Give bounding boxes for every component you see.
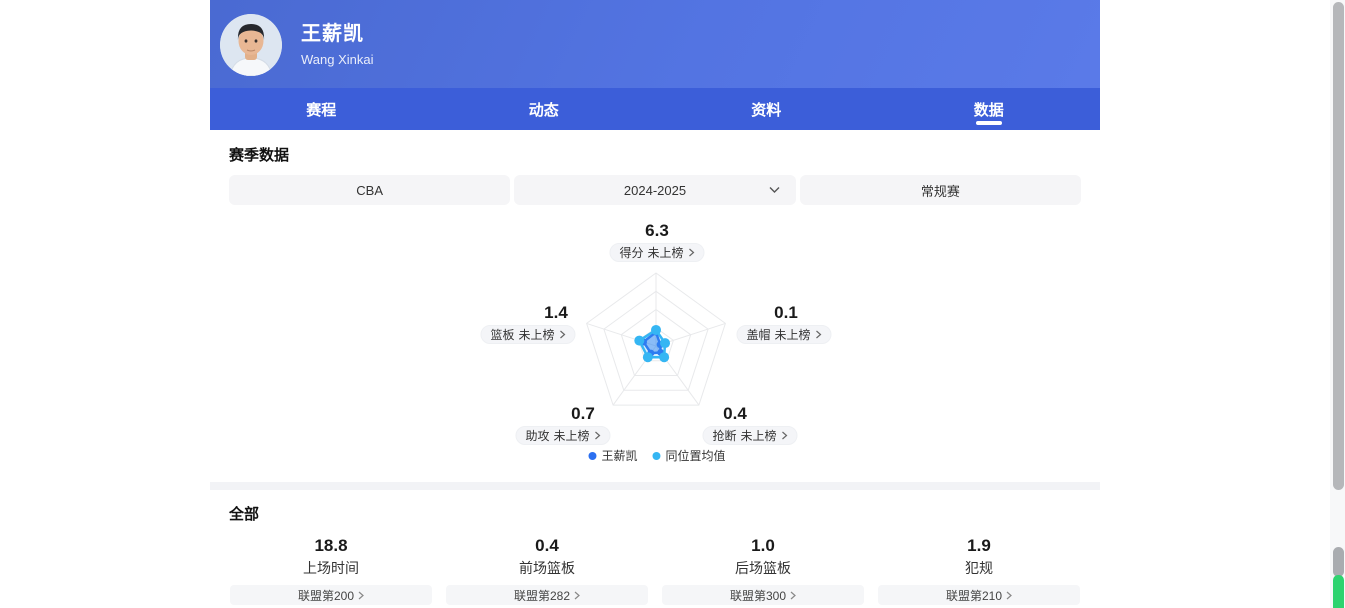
chevron-right-icon: [358, 591, 364, 600]
assists-value: 0.7: [571, 404, 595, 424]
avatar: [220, 14, 282, 76]
filter-league-label: CBA: [356, 183, 383, 198]
stat-fouls: 1.9 犯规 联盟第210: [878, 536, 1080, 605]
points-rank-link[interactable]: 得分 未上榜: [609, 243, 704, 262]
scrollbar-thumb[interactable]: [1333, 2, 1344, 490]
legend-item-average[interactable]: 同位置均值: [653, 447, 726, 464]
filter-stage-label: 常规赛: [921, 181, 960, 200]
legend-label-average: 同位置均值: [666, 447, 726, 464]
blocks-rank: 未上榜: [775, 326, 811, 343]
stat-offensive-rebounds-label: 前场篮板: [519, 559, 575, 577]
stat-minutes-label: 上场时间: [303, 559, 359, 577]
chevron-right-icon: [574, 591, 580, 600]
player-name-en: Wang Xinkai: [301, 52, 374, 67]
season-data-section: 赛季数据 CBA 2024-2025 常规赛: [210, 146, 1100, 205]
scrollbar-thumb-green[interactable]: [1333, 575, 1344, 608]
section-divider: [210, 482, 1100, 490]
tab-schedule[interactable]: 赛程: [210, 88, 433, 130]
stat-defensive-rebounds: 1.0 后场篮板 联盟第300: [662, 536, 864, 605]
chevron-right-icon: [595, 431, 601, 440]
stat-defensive-rebounds-rank-link[interactable]: 联盟第300: [662, 585, 864, 605]
rebounds-value: 1.4: [544, 303, 568, 323]
active-tab-underline: [976, 121, 1002, 125]
avatar-portrait-icon: [220, 14, 282, 76]
radar-chart: 6.3 得分 未上榜 0.1 盖帽 未上榜 0.4: [210, 217, 1100, 469]
stat-offensive-rebounds-rank-link[interactable]: 联盟第282: [446, 585, 648, 605]
steals-rank: 未上榜: [741, 427, 777, 444]
assists-rank: 未上榜: [554, 427, 590, 444]
all-stats-section: 全部 18.8 上场时间 联盟第200 0.4 前场篮板 联盟第282: [210, 505, 1100, 605]
legend-dot-player: [588, 452, 596, 460]
radar-axis-blocks: 0.1 盖帽 未上榜: [736, 303, 831, 344]
rebounds-label: 篮板: [490, 326, 514, 343]
season-section-title: 赛季数据: [229, 146, 1081, 166]
tab-data-label: 数据: [974, 99, 1004, 120]
chevron-right-icon: [790, 591, 796, 600]
chevron-right-icon: [1006, 591, 1012, 600]
season-filters: CBA 2024-2025 常规赛: [229, 175, 1081, 205]
tab-bar: 赛程 动态 资料 数据: [210, 88, 1100, 130]
blocks-label: 盖帽: [746, 326, 770, 343]
player-header: 王薪凯 Wang Xinkai: [210, 0, 1100, 88]
chevron-right-icon: [782, 431, 788, 440]
filter-season-label: 2024-2025: [624, 183, 686, 198]
tab-profile[interactable]: 资料: [655, 88, 878, 130]
scrollbar-thumb-secondary[interactable]: [1333, 547, 1344, 577]
stat-defensive-rebounds-label: 后场篮板: [735, 559, 791, 577]
stat-minutes-value: 18.8: [314, 536, 347, 556]
radar-axis-assists: 0.7 助攻 未上榜: [515, 404, 610, 445]
stat-fouls-value: 1.9: [967, 536, 991, 556]
stat-fouls-label: 犯规: [965, 559, 993, 577]
blocks-value: 0.1: [774, 303, 798, 323]
stat-minutes-rank: 联盟第200: [298, 587, 354, 604]
stat-offensive-rebounds: 0.4 前场篮板 联盟第282: [446, 536, 648, 605]
stat-minutes: 18.8 上场时间 联盟第200: [230, 536, 432, 605]
blocks-rank-link[interactable]: 盖帽 未上榜: [736, 325, 831, 344]
page: 王薪凯 Wang Xinkai 赛程 动态 资料 数据: [0, 0, 1345, 608]
steals-value: 0.4: [723, 404, 747, 424]
player-name: 王薪凯: [301, 22, 374, 46]
rebounds-rank-link[interactable]: 篮板 未上榜: [480, 325, 575, 344]
filter-season-dropdown[interactable]: 2024-2025: [514, 175, 795, 205]
points-value: 6.3: [645, 221, 669, 241]
rebounds-rank: 未上榜: [519, 326, 555, 343]
stat-defensive-rebounds-value: 1.0: [751, 536, 775, 556]
legend-item-player[interactable]: 王薪凯: [588, 447, 637, 464]
tab-profile-label: 资料: [751, 99, 781, 120]
stat-offensive-rebounds-value: 0.4: [535, 536, 559, 556]
chevron-down-icon: [769, 187, 780, 194]
chevron-right-icon: [816, 330, 822, 339]
stat-fouls-rank-link[interactable]: 联盟第210: [878, 585, 1080, 605]
scrollbar-track[interactable]: [1330, 0, 1345, 608]
tab-news-label: 动态: [529, 99, 559, 120]
assists-label: 助攻: [525, 427, 549, 444]
stat-minutes-rank-link[interactable]: 联盟第200: [230, 585, 432, 605]
filter-league[interactable]: CBA: [229, 175, 510, 205]
radar-axis-rebounds: 1.4 篮板 未上榜: [480, 303, 575, 344]
legend-label-player: 王薪凯: [601, 447, 637, 464]
chevron-right-icon: [560, 330, 566, 339]
points-label: 得分: [619, 244, 643, 261]
all-section-title: 全部: [229, 505, 1081, 525]
content-column: 王薪凯 Wang Xinkai 赛程 动态 资料 数据: [210, 0, 1100, 608]
assists-rank-link[interactable]: 助攻 未上榜: [515, 426, 610, 445]
stat-fouls-rank: 联盟第210: [946, 587, 1002, 604]
tab-data[interactable]: 数据: [878, 88, 1101, 130]
chevron-right-icon: [689, 248, 695, 257]
tab-schedule-label: 赛程: [306, 99, 336, 120]
steals-label: 抢断: [712, 427, 736, 444]
legend-dot-average: [653, 452, 661, 460]
radar-axis-points: 6.3 得分 未上榜: [609, 221, 704, 262]
stat-defensive-rebounds-rank: 联盟第300: [730, 587, 786, 604]
stats-grid: 18.8 上场时间 联盟第200 0.4 前场篮板 联盟第282: [229, 536, 1081, 605]
steals-rank-link[interactable]: 抢断 未上榜: [702, 426, 797, 445]
filter-stage[interactable]: 常规赛: [800, 175, 1081, 205]
stat-offensive-rebounds-rank: 联盟第282: [514, 587, 570, 604]
player-names: 王薪凯 Wang Xinkai: [301, 22, 374, 67]
radar-axis-steals: 0.4 抢断 未上榜: [702, 404, 797, 445]
points-rank: 未上榜: [648, 244, 684, 261]
tab-news[interactable]: 动态: [433, 88, 656, 130]
radar-legend: 王薪凯 同位置均值: [588, 447, 725, 464]
